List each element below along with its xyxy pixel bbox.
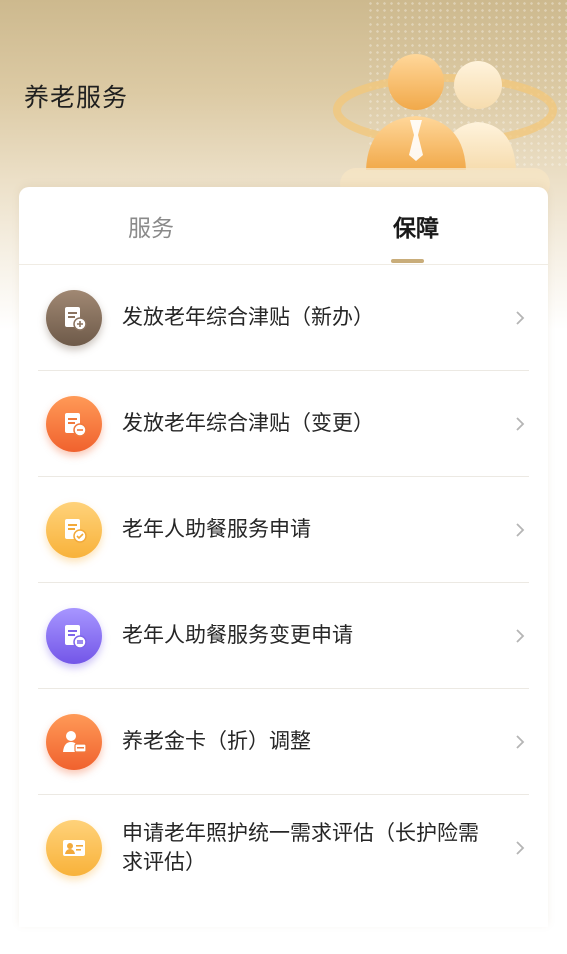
service-card: 服务 保障 发放老年综合津贴（新办） 发放老年综合津贴（变更） 老年人助餐服务申… bbox=[19, 187, 548, 927]
chevron-right-icon bbox=[516, 310, 525, 325]
elderly-service-illustration-icon bbox=[333, 54, 557, 200]
active-tab-indicator bbox=[391, 259, 424, 263]
list-item-pension-card[interactable]: 养老金卡（折）调整 bbox=[38, 689, 529, 795]
list-item-label: 发放老年综合津贴（新办） bbox=[122, 305, 374, 329]
tab-services[interactable]: 服务 bbox=[19, 187, 283, 264]
document-swap-icon bbox=[46, 607, 102, 664]
document-add-icon bbox=[46, 289, 102, 346]
service-list: 发放老年综合津贴（新办） 发放老年综合津贴（变更） 老年人助餐服务申请 老年人助… bbox=[38, 265, 529, 900]
person-card-icon bbox=[46, 713, 102, 770]
list-item-subsidy-change[interactable]: 发放老年综合津贴（变更） bbox=[38, 371, 529, 477]
chevron-right-icon bbox=[516, 416, 525, 431]
tab-bar: 服务 保障 bbox=[19, 187, 548, 265]
document-check-icon bbox=[46, 501, 102, 558]
list-item-meal-apply[interactable]: 老年人助餐服务申请 bbox=[38, 477, 529, 583]
list-item-label: 申请老年照护统一需求评估（长护险需求评估） bbox=[122, 820, 479, 874]
page-title: 养老服务 bbox=[24, 83, 129, 112]
document-edit-icon bbox=[46, 395, 102, 452]
tab-guarantee[interactable]: 保障 bbox=[284, 187, 548, 264]
photo-id-icon bbox=[46, 819, 102, 876]
list-item-meal-change[interactable]: 老年人助餐服务变更申请 bbox=[38, 583, 529, 689]
chevron-right-icon bbox=[516, 840, 525, 855]
list-item-label: 养老金卡（折）调整 bbox=[122, 729, 311, 753]
list-item-label: 老年人助餐服务申请 bbox=[122, 517, 311, 541]
list-item-label: 发放老年综合津贴（变更） bbox=[122, 411, 374, 435]
chevron-right-icon bbox=[516, 522, 525, 537]
list-item-care-assessment[interactable]: 申请老年照护统一需求评估（长护险需求评估） bbox=[38, 795, 529, 900]
chevron-right-icon bbox=[516, 628, 525, 643]
list-item-label: 老年人助餐服务变更申请 bbox=[122, 623, 353, 647]
chevron-right-icon bbox=[516, 734, 525, 749]
list-item-subsidy-new[interactable]: 发放老年综合津贴（新办） bbox=[38, 265, 529, 371]
